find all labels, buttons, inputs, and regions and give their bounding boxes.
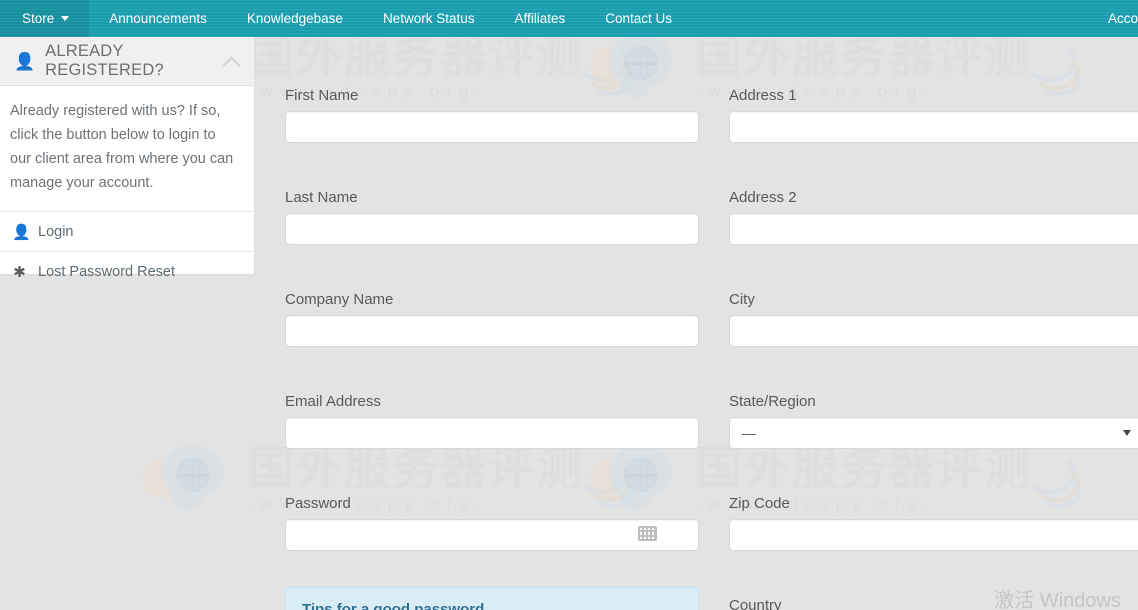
password-label: Password [285,495,351,512]
sidebar-item-label: Lost Password Reset [38,263,176,280]
field-group-email: Email Address [285,393,699,449]
field-group-password: Password [285,495,699,551]
sidebar-item-lost-password-reset[interactable]: ✱ Lost Password Reset [0,251,254,291]
sidebar-item-label: Login [38,223,74,240]
country-label: Country [729,597,782,610]
city-label: City [729,291,755,308]
user-icon: 👤 [12,223,31,241]
field-group-state-region: State/Region — [729,393,1138,449]
zip-code-input[interactable] [729,519,1138,551]
nav-item-label: Contact Us [605,11,673,26]
user-icon: 👤 [14,51,36,71]
last-name-input[interactable] [285,213,699,245]
sidebar-panel-header: 👤 ALREADY REGISTERED? [0,37,254,86]
sidebar-item-login[interactable]: 👤 Login [0,211,254,251]
page-body: 👤 ALREADY REGISTERED? Already registered… [0,37,1138,610]
field-group-city: City [729,291,1138,347]
company-name-label: Company Name [285,291,394,308]
nav-item-affiliates[interactable]: Affiliates [494,0,585,37]
caret-down-icon [61,16,70,21]
nav-item-contact-us[interactable]: Contact Us [585,0,692,37]
state-region-select-wrapper: — [729,417,1138,449]
form-column-address: Address 1 Address 2 City State/Region — [729,87,1138,610]
company-name-input[interactable] [285,315,699,347]
password-input[interactable] [285,519,699,551]
password-input-wrapper [285,519,699,551]
field-group-country: Country United States [729,597,1138,610]
email-label: Email Address [285,393,381,410]
field-group-company-name: Company Name [285,291,699,347]
nav-item-label: Network Status [382,11,475,26]
chevron-up-icon[interactable] [224,54,240,70]
registration-form: First Name Last Name Company Name Email … [255,37,1138,610]
state-region-select[interactable]: — [729,417,1138,449]
sidebar-panel-title: ALREADY REGISTERED? [45,42,164,79]
address2-label: Address 2 [729,189,797,206]
field-group-last-name: Last Name [285,189,699,245]
field-group-first-name: First Name [285,87,699,143]
nav-item-label: Knowledgebase [246,11,343,26]
address1-label: Address 1 [729,87,797,104]
field-group-address1: Address 1 [729,87,1138,143]
sidebar-already-registered-panel: 👤 ALREADY REGISTERED? Already registered… [0,37,255,281]
address1-input[interactable] [729,111,1138,143]
state-region-label: State/Region [729,393,816,410]
keyboard-icon[interactable] [638,526,657,541]
first-name-label: First Name [285,87,359,104]
nav-item-account[interactable]: Acco [1090,11,1138,26]
zip-code-label: Zip Code [729,495,790,512]
sidebar-panel-text: Already registered with us? If so, click… [10,103,234,191]
last-name-label: Last Name [285,189,358,206]
nav-item-store[interactable]: Store [0,0,90,37]
city-input[interactable] [729,315,1138,347]
nav-item-label: Store [22,11,55,26]
password-tips-panel: Tips for a good password Use both upper … [285,587,699,610]
field-group-zip-code: Zip Code [729,495,1138,551]
first-name-input[interactable] [285,111,699,143]
nav-item-label: Affiliates [514,11,566,26]
nav-item-label: Acco [1107,11,1138,26]
nav-item-network-status[interactable]: Network Status [363,0,495,37]
asterisk-icon: ✱ [13,263,26,281]
nav-item-label: Announcements [109,11,207,26]
nav-item-knowledgebase[interactable]: Knowledgebase [227,0,363,37]
top-navigation-bar: Store Announcements Knowledgebase Networ… [0,0,1138,37]
email-input[interactable] [285,417,699,449]
address2-input[interactable] [729,213,1138,245]
nav-item-announcements[interactable]: Announcements [89,0,227,37]
password-tips-title: Tips for a good password [302,601,485,610]
navbar-right-group: Acco [1090,0,1138,37]
form-column-personal: First Name Last Name Company Name Email … [285,87,699,610]
field-group-address2: Address 2 [729,189,1138,245]
